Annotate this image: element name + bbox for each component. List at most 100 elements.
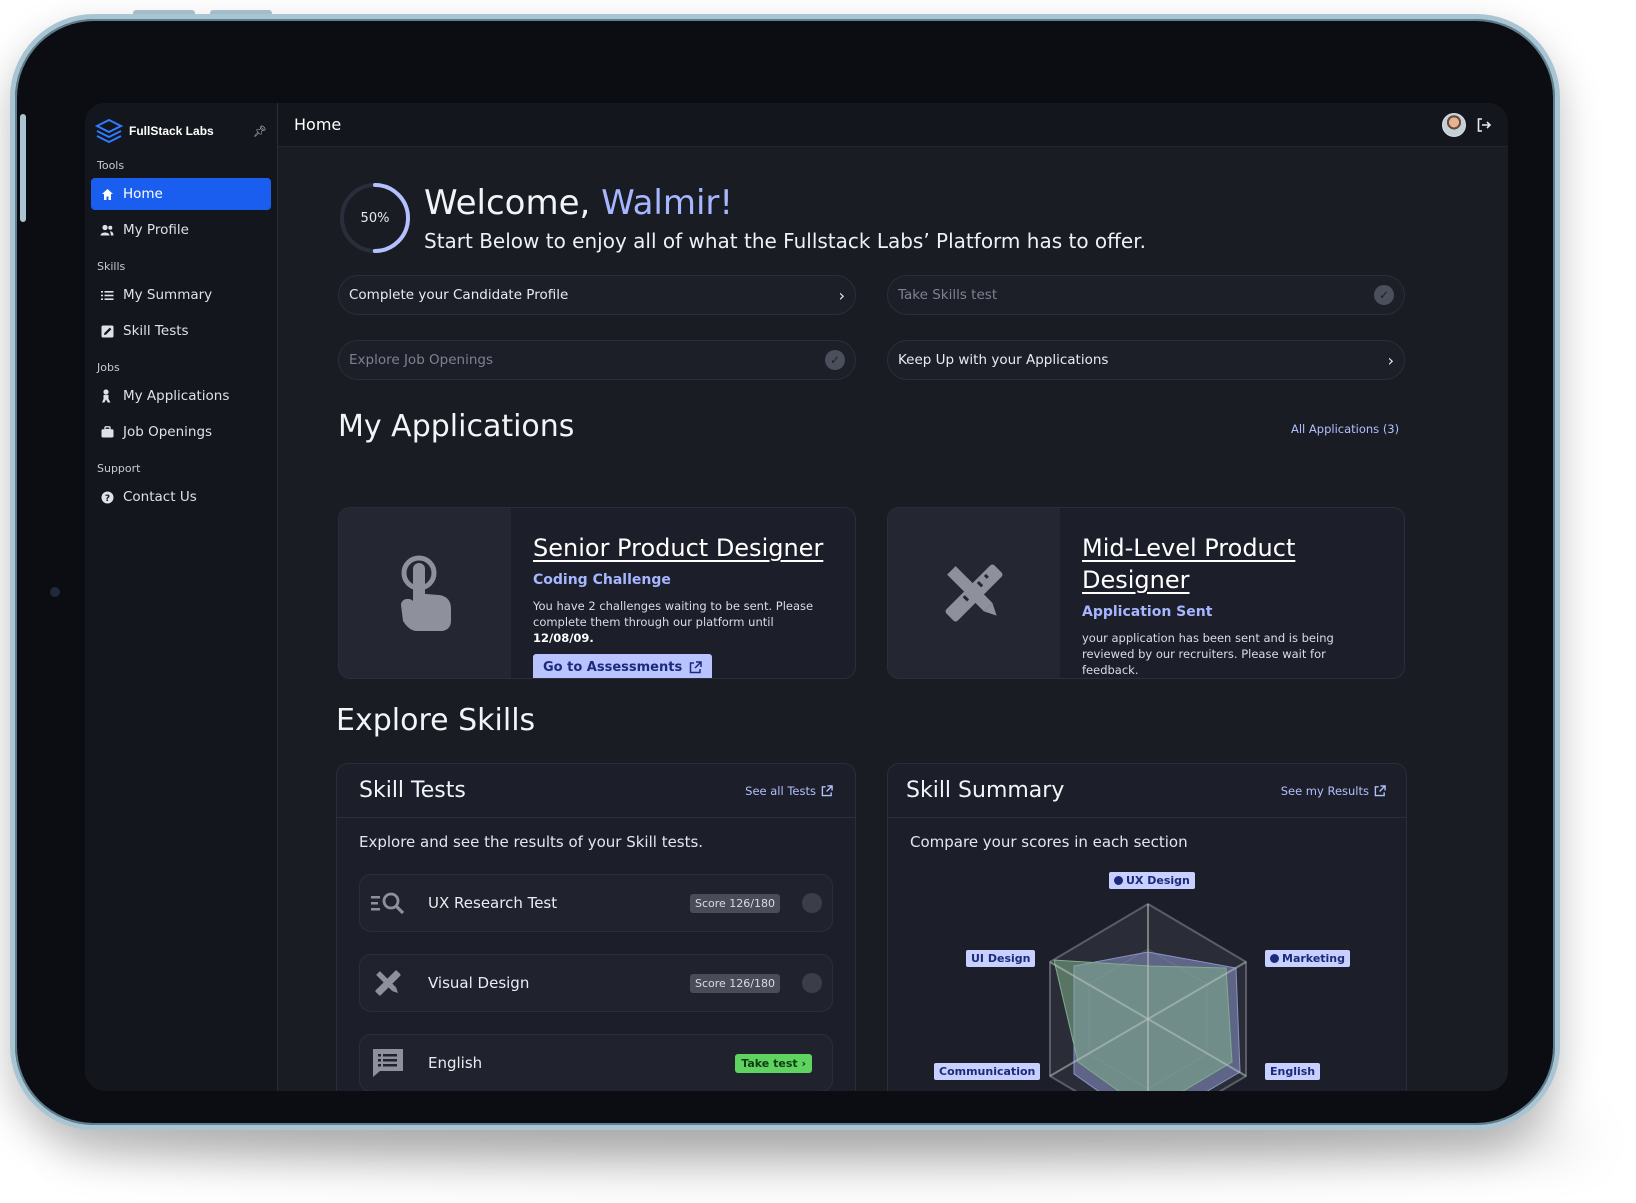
sidebar-item-home[interactable]: Home bbox=[91, 178, 271, 210]
svg-text:?: ? bbox=[104, 494, 109, 504]
avatar[interactable] bbox=[1442, 112, 1466, 137]
step-label: Explore Job Openings bbox=[349, 352, 494, 368]
score-badge: Score 126/180 bbox=[689, 973, 780, 993]
main-area: Home 50% Welcome, Walmir! Start Below to… bbox=[278, 103, 1508, 1091]
step-label: Take Skills test bbox=[898, 287, 998, 303]
brand[interactable]: FullStack Labs 📌︎ bbox=[91, 113, 271, 149]
topbar: Home bbox=[278, 103, 1508, 147]
sidebar-item-label: Home bbox=[123, 186, 163, 202]
panel-subtitle: Explore and see the results of your Skil… bbox=[359, 833, 704, 851]
skill-test-name: English bbox=[428, 1054, 483, 1072]
sidebar-item-my-applications[interactable]: My Applications bbox=[91, 380, 271, 412]
step-complete-profile[interactable]: Complete your Candidate Profile › bbox=[338, 275, 856, 315]
application-title-line2: Designer bbox=[1082, 566, 1190, 594]
radar-label-communication: Communication bbox=[934, 1063, 1041, 1080]
chevron-right-icon: › bbox=[838, 285, 845, 305]
skill-test-row-ux-research[interactable]: UX Research Test Score 126/180 bbox=[359, 874, 833, 932]
skill-test-name: UX Research Test bbox=[428, 894, 558, 912]
step-label: Complete your Candidate Profile bbox=[349, 287, 569, 303]
radar-label-ui-design: UI Design bbox=[966, 950, 1036, 967]
profile-progress-ring: 50% bbox=[338, 181, 412, 255]
home-content: 50% Welcome, Walmir! Start Below to enjo… bbox=[278, 147, 1508, 1091]
tablet-side-button bbox=[20, 114, 26, 222]
step-keep-up-applications[interactable]: Keep Up with your Applications › bbox=[887, 340, 1405, 380]
check-circle-icon bbox=[802, 893, 822, 913]
application-title-line1: Mid-Level Product bbox=[1082, 534, 1296, 562]
sidebar-item-job-openings[interactable]: Job Openings bbox=[91, 416, 271, 448]
application-description: your application has been sent and is be… bbox=[1082, 631, 1334, 677]
skill-test-row-english[interactable]: English Take test › bbox=[359, 1034, 833, 1091]
help-icon: ? bbox=[100, 490, 114, 504]
link-label: See all Tests bbox=[745, 783, 816, 798]
check-circle-icon: ✓ bbox=[825, 350, 845, 370]
score-badge: Score 126/180 bbox=[689, 893, 780, 913]
radar-svg bbox=[1049, 902, 1247, 1091]
label-text: English bbox=[1270, 1065, 1316, 1078]
panel-title: Skill Summary bbox=[906, 778, 1065, 803]
application-card-mid[interactable]: Mid-Level Product Designer Application Se… bbox=[887, 507, 1405, 679]
user-name: Walmir! bbox=[601, 183, 734, 223]
skill-test-row-visual-design[interactable]: Visual Design Score 126/180 bbox=[359, 954, 833, 1012]
edit-icon bbox=[100, 324, 114, 338]
panel-title: Skill Tests bbox=[359, 778, 466, 803]
sidebar-item-label: My Profile bbox=[123, 222, 189, 238]
design-tools-icon bbox=[945, 564, 1003, 622]
explore-skills-heading: Explore Skills bbox=[336, 703, 536, 738]
application-title[interactable]: Senior Product Designer bbox=[533, 532, 835, 564]
see-my-results-link[interactable]: See my Results bbox=[1281, 784, 1386, 798]
check-circle-icon: ✓ bbox=[1374, 285, 1394, 305]
skill-test-name: Visual Design bbox=[428, 974, 530, 992]
take-test-button[interactable]: Take test › bbox=[735, 1053, 812, 1073]
page-title: Home bbox=[294, 115, 342, 134]
external-link-icon bbox=[1374, 784, 1386, 796]
external-link-icon bbox=[689, 661, 702, 674]
sidebar: FullStack Labs 📌︎ Tools Home My Profile … bbox=[85, 103, 278, 1091]
application-title[interactable]: Mid-Level Product Designer bbox=[1082, 532, 1384, 596]
sidebar-section-jobs: Jobs bbox=[97, 361, 120, 374]
design-tools-icon bbox=[370, 965, 406, 1001]
sidebar-item-label: Contact Us bbox=[123, 489, 197, 505]
panel-subtitle: Compare your scores in each section bbox=[910, 833, 1188, 851]
circle-plus-icon bbox=[1270, 954, 1279, 963]
skill-tests-panel: Skill Tests See all Tests Explore and se… bbox=[336, 763, 856, 1091]
go-to-assessments-button[interactable]: Go to Assessments bbox=[533, 654, 713, 678]
application-body: Senior Product Designer Coding Challenge… bbox=[511, 508, 855, 678]
welcome-banner: 50% Welcome, Walmir! Start Below to enjo… bbox=[338, 181, 1146, 255]
all-applications-link[interactable]: All Applications (3) bbox=[1291, 422, 1399, 436]
panel-header: Skill Summary See my Results bbox=[888, 764, 1406, 818]
sidebar-section-tools: Tools bbox=[97, 159, 125, 172]
chat-list-icon bbox=[370, 1045, 406, 1081]
sidebar-item-my-profile[interactable]: My Profile bbox=[91, 214, 271, 246]
research-icon bbox=[370, 885, 406, 921]
application-status: Application Sent bbox=[1082, 604, 1213, 620]
see-all-tests-link[interactable]: See all Tests bbox=[745, 784, 833, 798]
radar-label-marketing: Marketing bbox=[1265, 950, 1351, 967]
chevron-right-icon: › bbox=[1387, 350, 1394, 370]
button-label: Go to Assessments bbox=[543, 660, 683, 675]
application-thumb bbox=[888, 508, 1060, 678]
circle-plus-icon bbox=[1114, 876, 1123, 885]
sidebar-item-contact-us[interactable]: ? Contact Us bbox=[91, 481, 271, 513]
pin-icon[interactable]: 📌︎ bbox=[253, 125, 267, 138]
deadline-date: 12/08/09. bbox=[533, 631, 594, 645]
radar-label-english: English bbox=[1265, 1063, 1321, 1080]
application-body: Mid-Level Product Designer Application Se… bbox=[1060, 508, 1404, 678]
label-text: Communication bbox=[939, 1065, 1036, 1078]
radar-label-ux-design: UX Design bbox=[1109, 872, 1195, 889]
briefcase-icon bbox=[100, 425, 114, 439]
brand-name: FullStack Labs bbox=[129, 124, 214, 138]
application-card-senior[interactable]: Senior Product Designer Coding Challenge… bbox=[338, 507, 856, 679]
logout-icon[interactable] bbox=[1476, 117, 1492, 133]
app-screen: FullStack Labs 📌︎ Tools Home My Profile … bbox=[85, 103, 1508, 1091]
application-thumb bbox=[339, 508, 511, 678]
sidebar-item-my-summary[interactable]: My Summary bbox=[91, 279, 271, 311]
step-explore-job-openings[interactable]: Explore Job Openings ✓ bbox=[338, 340, 856, 380]
progress-percent: 50% bbox=[360, 210, 390, 226]
sidebar-item-skill-tests[interactable]: Skill Tests bbox=[91, 315, 271, 347]
tap-hand-icon bbox=[401, 555, 451, 631]
sidebar-item-label: Skill Tests bbox=[123, 323, 189, 339]
sidebar-item-label: My Summary bbox=[123, 287, 213, 303]
step-take-skills-test[interactable]: Take Skills test ✓ bbox=[887, 275, 1405, 315]
fullstack-logo-icon bbox=[95, 118, 123, 144]
tablet-camera bbox=[50, 587, 60, 597]
